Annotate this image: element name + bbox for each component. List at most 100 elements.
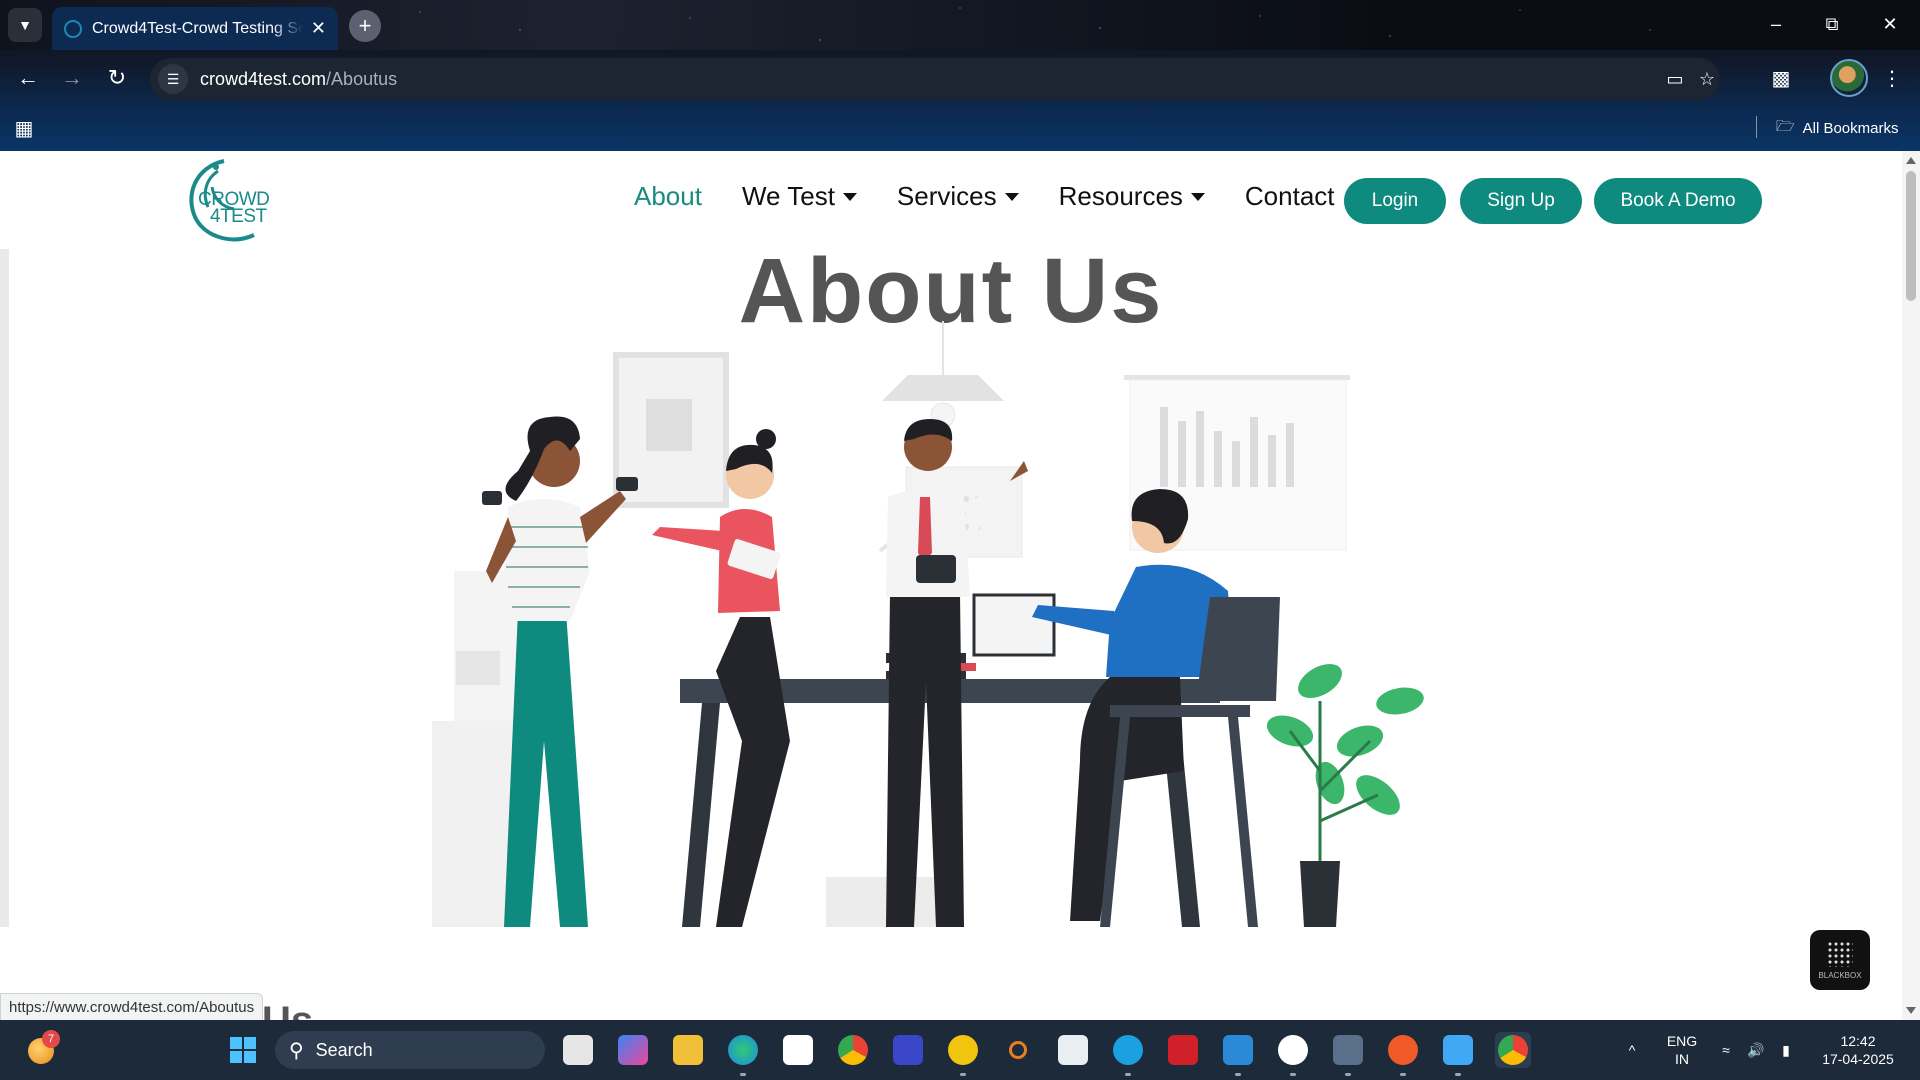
back-button[interactable]: ← [10,60,46,96]
back-icon: ← [17,65,39,90]
nav-resources-label: Resources [1058,181,1183,211]
favicon-icon [64,19,82,38]
blackbox-label: BLACKBOX [1818,970,1862,980]
bookmark-star-icon[interactable]: ☆ [1692,64,1722,94]
extensions-icon[interactable]: ▩ [1765,62,1797,94]
nav-we-test[interactable]: We Test [742,181,857,212]
copilot-icon [618,1035,648,1065]
site-header: CROWD 4TEST About We Test Services Resou… [0,151,1902,251]
reload-icon: ↻ [107,65,127,90]
page-viewport: CROWD 4TEST About We Test Services Resou… [0,151,1902,1020]
minimize-icon: – [1770,13,1781,34]
menu-icon[interactable]: ⋮ [1876,62,1908,94]
clock-date: 17-04-2025 [1822,1051,1894,1067]
app-icon [1058,1035,1088,1065]
app-button[interactable] [1385,1032,1421,1076]
show-hidden-icons[interactable]: ^ [1620,1020,1644,1080]
weather-widget[interactable]: 7 [22,1030,62,1070]
app-button[interactable] [1055,1032,1091,1068]
window-close-button[interactable]: ✕ [1870,8,1910,40]
mcafee-button[interactable] [1165,1032,1201,1068]
status-url-tooltip: https://www.crowd4test.com/Aboutus [0,993,264,1020]
app-button[interactable] [890,1032,926,1068]
store-button[interactable] [780,1032,816,1068]
app-button[interactable] [1275,1032,1311,1076]
task-view-button[interactable] [560,1032,596,1068]
chrome-active-button[interactable] [1495,1032,1531,1068]
blackbox-logo-icon [1827,940,1853,967]
login-button[interactable]: Login [1344,178,1446,224]
minimize-button[interactable]: – [1756,8,1796,40]
nav-contact[interactable]: Contact [1245,181,1335,212]
url-text[interactable]: crowd4test.com/Aboutus [200,69,397,90]
folder-icon: 🗁 [1776,117,1795,135]
url-host: crowd4test.com [200,68,327,89]
bookmarks-bar: ▦ 🗁 All Bookmarks [0,106,1920,151]
forward-button[interactable]: → [54,60,90,96]
apps-icon[interactable]: ▦ [12,116,36,140]
new-tab-button[interactable]: + [349,10,381,42]
file-explorer-button[interactable] [670,1032,706,1068]
section-heading-peek: Us [262,999,313,1020]
reload-button[interactable]: ↻ [99,60,135,96]
signup-button[interactable]: Sign Up [1460,178,1582,224]
team-meeting-illustration [432,321,1424,927]
app-button[interactable] [1330,1032,1366,1076]
file-explorer-icon [673,1035,703,1065]
left-edge-strip [0,249,9,927]
site-info-icon[interactable]: ☰ [158,64,188,94]
taskbar-search[interactable]: ⚲ Search [275,1031,545,1069]
chrome-icon [838,1035,868,1065]
tab-active[interactable]: Crowd4Test-Crowd Testing Services ✕ [52,7,338,50]
chrome-button[interactable] [835,1032,871,1068]
app-button[interactable] [1000,1032,1036,1068]
page-scrollbar[interactable] [1902,151,1920,1020]
nav-resources[interactable]: Resources [1059,181,1205,212]
clock-time: 12:42 [1840,1033,1876,1049]
language-indicator[interactable]: ENG IN [1660,1020,1704,1080]
blackbox-widget[interactable]: BLACKBOX [1810,930,1870,990]
scroll-up-icon[interactable] [1906,157,1916,164]
bookmarks-separator [1756,116,1757,138]
mcafee-icon [1168,1035,1198,1065]
address-bar[interactable]: ☰ crowd4test.com/Aboutus ▭ ☆ [150,58,1720,100]
install-app-icon[interactable]: ▭ [1660,64,1690,94]
battery-icon[interactable]: ▮ [1774,1020,1798,1080]
skype-icon [1113,1035,1143,1065]
profile-avatar[interactable] [1830,59,1868,97]
all-bookmarks-button[interactable]: 🗁 All Bookmarks [1776,114,1898,142]
scroll-down-icon[interactable] [1906,1007,1916,1014]
restore-icon: ⧉ [1825,13,1839,34]
edge-button[interactable] [725,1032,761,1076]
wifi-icon[interactable]: ≈ [1714,1020,1738,1080]
nav-about-label: About [634,181,702,211]
book-demo-button[interactable]: Book A Demo [1594,178,1762,224]
task-view-icon [563,1035,593,1065]
logo-line2: 4TEST [210,206,267,227]
window-close-icon: ✕ [1882,13,1898,34]
clock[interactable]: 12:42 17-04-2025 [1810,1020,1906,1080]
caret-down-icon [842,192,857,201]
search-icon: ⚲ [289,1039,304,1062]
scroll-thumb[interactable] [1906,171,1916,301]
close-icon[interactable]: ✕ [311,18,326,39]
nav-we-test-label: We Test [741,181,835,211]
nav-about[interactable]: About [634,181,702,212]
notepad-button[interactable] [1440,1032,1476,1076]
copilot-button[interactable] [615,1032,651,1068]
tab-list-button[interactable]: ▼ [8,8,42,42]
all-bookmarks-label: All Bookmarks [1802,119,1899,137]
app-icon [1278,1035,1308,1065]
app-button[interactable] [945,1032,981,1076]
windows-taskbar: 7 ⚲ Search ^ ENG IN ≈ 🔊 ▮ 12:42 17-04-20… [0,1020,1920,1080]
chevron-up-icon: ^ [1628,1042,1636,1058]
vscode-button[interactable] [1220,1032,1256,1076]
nav-services[interactable]: Services [897,181,1019,212]
store-icon [783,1035,813,1065]
start-button[interactable] [225,1032,261,1068]
volume-icon[interactable]: 🔊 [1744,1020,1768,1080]
plus-icon: + [358,13,372,38]
skype-button[interactable] [1110,1032,1146,1076]
restore-button[interactable]: ⧉ [1812,8,1852,40]
main-nav: About We Test Services Resources Contact [634,181,1375,212]
